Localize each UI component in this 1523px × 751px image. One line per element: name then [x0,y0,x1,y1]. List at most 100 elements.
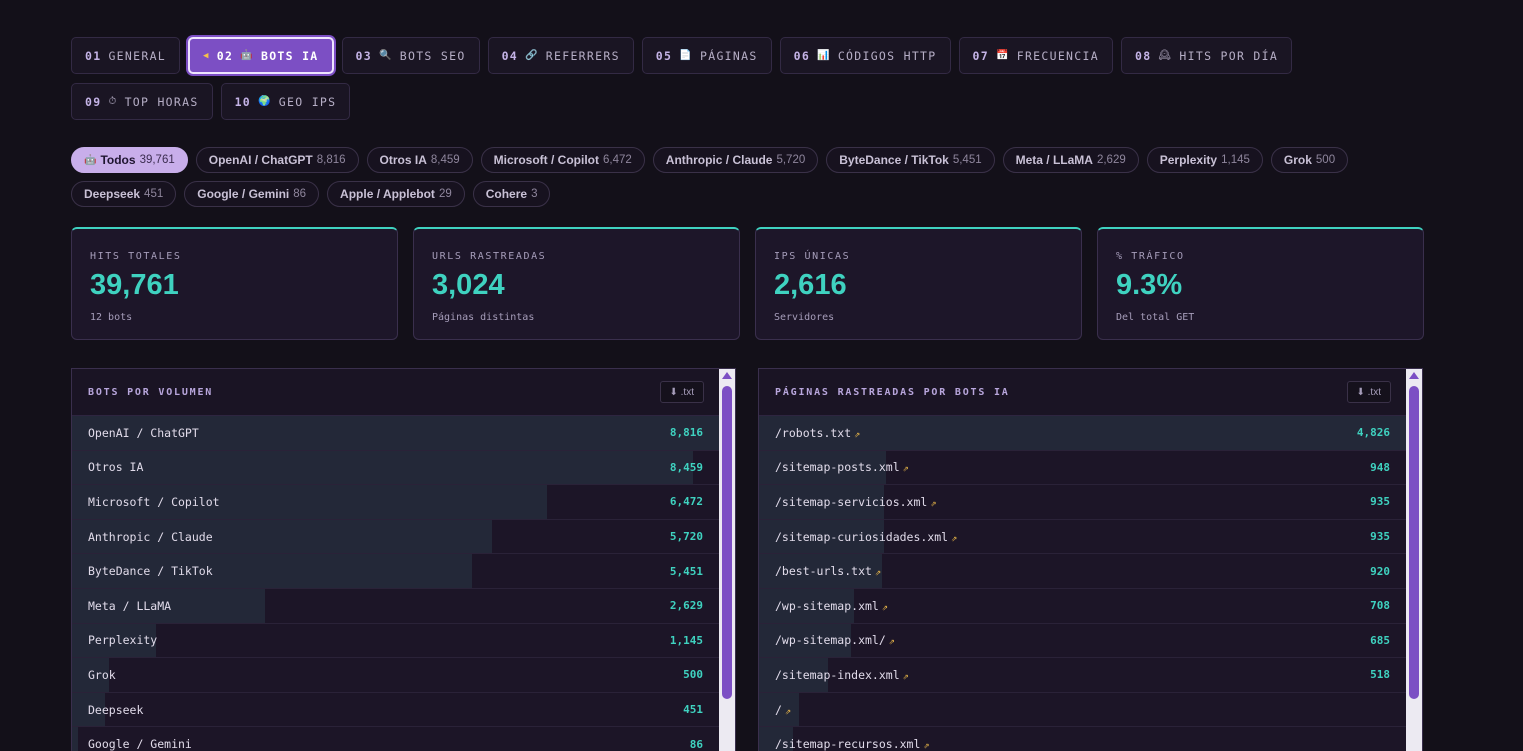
page-row[interactable]: /sitemap-posts.xml ⇗ 948 [759,450,1406,486]
external-link-icon[interactable]: ⇗ [903,463,909,474]
tab-referrers[interactable]: 04 🔗 REFERRERS [487,37,634,74]
tab-number: 09 [85,94,102,109]
row-count: 8,816 [669,426,703,440]
bot-row[interactable]: Deepseek 451 [72,692,719,728]
chip-count: 86 [293,188,307,200]
row-count: 500 [683,668,703,682]
page-row[interactable]: /wp-sitemap.xml/⇗ 685 [759,623,1406,659]
external-link-icon[interactable]: ⇗ [785,706,791,717]
filter-chip-todos[interactable]: 🤖 Todos 39,761 [71,147,188,173]
filter-chip-apple-applebot[interactable]: Apple / Applebot 29 [327,181,465,207]
row-count: 4,826 [1356,426,1390,440]
external-link-icon[interactable]: ⇗ [930,498,936,509]
scroll-up-icon[interactable] [722,372,732,379]
scrollbar-thumb[interactable] [722,386,732,699]
stat-value: 9.3% [1116,269,1183,301]
scroll-up-icon[interactable] [1409,372,1419,379]
stat-sub: 12 bots [90,312,133,323]
page-row[interactable]: /wp-sitemap.xml ⇗ 708 [759,588,1406,624]
page-path-wrap: /wp-sitemap.xml ⇗ [775,599,888,613]
download-txt-button[interactable]: ⬇ .txt [659,381,704,403]
chip-count: 5,720 [776,154,806,166]
page-path-wrap: /sitemap-posts.xml ⇗ [775,460,909,474]
panel-title: BOTS POR VOLUMEN [88,386,214,398]
tab-icon: 🔍 [379,50,393,61]
filter-chip-otros-ia[interactable]: Otros IA 8,459 [366,147,473,173]
page-path: /sitemap-servicios.xml [775,494,928,509]
bot-row[interactable]: Perplexity 1,145 [72,623,719,659]
filter-chip-deepseek[interactable]: Deepseek 451 [71,181,177,207]
bot-row[interactable]: Meta / LLaMA 2,629 [72,588,719,624]
page-row[interactable]: /sitemap-index.xml ⇗ 518 [759,658,1406,693]
tab-icon: 📅 [995,50,1010,61]
filter-chip-grok[interactable]: Grok 500 [1270,147,1349,173]
external-link-icon[interactable]: ⇗ [923,740,929,751]
chip-count: 5,451 [952,154,982,166]
tab-number: 07 [972,48,989,63]
chip-label: Meta / LLaMA [1015,153,1093,167]
external-link-icon[interactable]: ⇗ [889,636,895,647]
tab-top-horas[interactable]: 09 ⏱ TOP HORAS [71,83,213,120]
page-path-wrap: /wp-sitemap.xml/⇗ [775,633,895,647]
bot-row[interactable]: Anthropic / Claude 5,720 [72,519,719,555]
scrollbar-thumb[interactable] [1409,386,1419,699]
filter-chip-bytedance-tiktok[interactable]: ByteDance / TikTok 5,451 [826,147,995,173]
page-row[interactable]: / ⇗ [759,692,1406,728]
tab-bots-ia[interactable]: ◀ 02 🤖 BOTS IA [188,37,334,74]
stat-label: HITS TOTALES [90,251,182,262]
external-link-icon[interactable]: ⇗ [951,533,957,544]
bot-row[interactable]: Google / Gemini 86 [72,727,719,751]
page-path-wrap: /sitemap-index.xml ⇗ [775,668,909,682]
tab-bots-seo[interactable]: 03 🔍 BOTS SEO [341,37,480,74]
scrollbar[interactable] [1406,369,1422,751]
page-row[interactable]: /sitemap-curiosidades.xml ⇗ 935 [759,519,1406,555]
filter-chip-cohere[interactable]: Cohere 3 [472,181,551,207]
download-txt-button[interactable]: ⬇ .txt [1346,381,1391,403]
page-row[interactable]: /sitemap-servicios.xml ⇗ 935 [759,485,1406,520]
stat-sub: Páginas distintas [432,312,535,323]
external-link-icon[interactable]: ⇗ [854,429,860,440]
bot-row[interactable]: Microsoft / Copilot 6,472 [72,485,719,520]
filter-chip-google-gemini[interactable]: Google / Gemini 86 [184,181,320,207]
tab-códigos-http[interactable]: 06 📊 CÓDIGOS HTTP [779,37,951,74]
bot-row[interactable]: Grok 500 [72,658,719,693]
bot-filter-chips: 🤖 Todos 39,761 OpenAI / ChatGPT 8,816 Otros I… [71,147,1391,207]
page-row[interactable]: /sitemap-recursos.xml ⇗ [759,727,1406,751]
bot-name: Google / Gemini [88,737,192,751]
filter-chip-perplexity[interactable]: Perplexity 1,145 [1146,147,1263,173]
external-link-icon[interactable]: ⇗ [903,671,909,682]
chip-label: ByteDance / TikTok [839,153,949,167]
stat-sub: Servidores [774,312,835,323]
filter-chip-meta-llama[interactable]: Meta / LLaMA 2,629 [1002,147,1139,173]
tab-general[interactable]: 01 GENERAL [71,37,181,74]
tab-label: BOTS SEO [399,48,466,63]
row-count: 2,629 [669,599,703,613]
chip-label: Grok [1283,153,1312,167]
bot-row[interactable]: Otros IA 8,459 [72,450,719,486]
page-path-wrap: /sitemap-curiosidades.xml ⇗ [775,530,957,544]
bot-row[interactable]: ByteDance / TikTok 5,451 [72,554,719,589]
filter-chip-anthropic-claude[interactable]: Anthropic / Claude 5,720 [652,147,819,173]
page-row[interactable]: /robots.txt ⇗ 4,826 [759,416,1406,451]
row-count: 8,459 [669,460,703,474]
tab-number: 10 [234,94,252,109]
page-row[interactable]: /best-urls.txt ⇗ 920 [759,554,1406,589]
tab-hits-por-día[interactable]: 08 🕰 HITS POR DÍA [1120,37,1293,74]
filter-chip-openai-chatgpt[interactable]: OpenAI / ChatGPT 8,816 [195,147,359,173]
tab-geo-ips[interactable]: 10 🌍 GEO IPS [220,83,351,120]
page-path: /wp-sitemap.xml/ [775,633,886,648]
stat-card-traffic: % TRÁFICO 9.3% Del total GET [1097,227,1424,340]
tab-páginas[interactable]: 05 📄 PÁGINAS [641,37,772,74]
external-link-icon[interactable]: ⇗ [882,602,888,613]
tab-number: 04 [501,48,519,63]
external-link-icon[interactable]: ⇗ [875,567,881,578]
row-count: 5,720 [669,530,703,544]
row-count: 708 [1370,599,1390,613]
tab-frecuencia[interactable]: 07 📅 FRECUENCIA [958,37,1113,74]
scrollbar[interactable] [719,369,735,751]
page-path: /sitemap-curiosidades.xml [775,529,949,544]
bot-row[interactable]: OpenAI / ChatGPT 8,816 [72,416,719,451]
row-count: 518 [1370,668,1390,682]
tab-icon: 🕰 [1158,50,1173,61]
filter-chip-microsoft-copilot[interactable]: Microsoft / Copilot 6,472 [480,147,645,173]
